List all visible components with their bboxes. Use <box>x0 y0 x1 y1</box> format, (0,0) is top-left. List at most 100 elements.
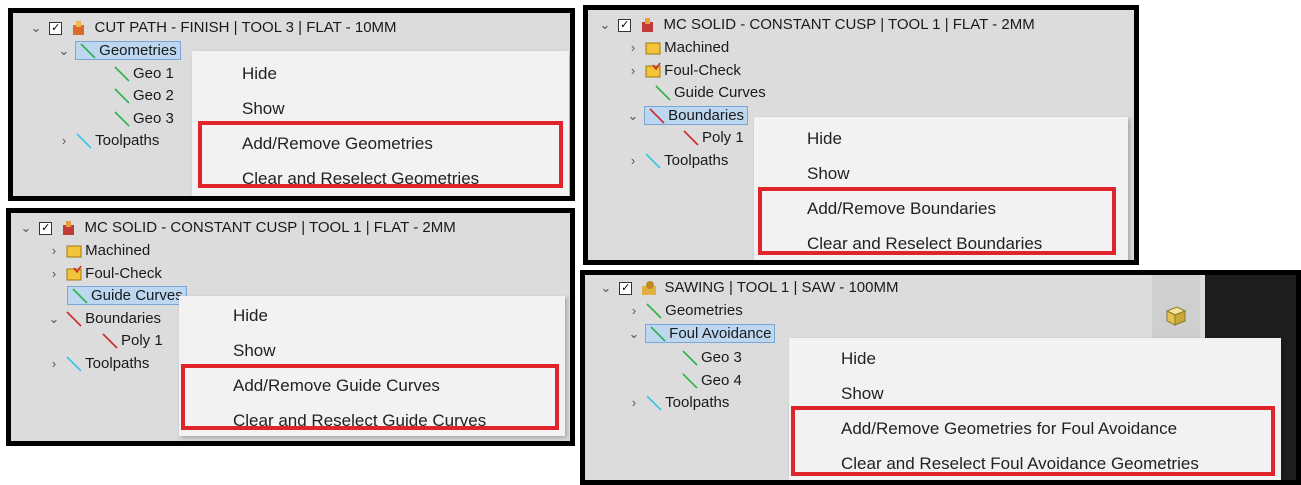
machined-icon <box>66 245 82 258</box>
chevron-down-icon[interactable]: ⌄ <box>57 40 71 62</box>
tree-row-guide-curves[interactable]: Guide Curves <box>654 82 766 104</box>
tree-row-geometries[interactable]: ⌄ Geometries <box>57 40 181 62</box>
tree-row-operation[interactable]: ⌄ ✓ SAWING | TOOL 1 | SAW - 100MM <box>599 277 899 299</box>
tree-row-operation[interactable]: ⌄ ✓ MC SOLID - CONSTANT CUSP | TOOL 1 | … <box>598 14 1035 36</box>
selected-item[interactable]: Boundaries <box>644 106 749 125</box>
menu-item-show[interactable]: Show <box>179 333 565 368</box>
green-curve-icon <box>80 43 96 59</box>
green-curve-icon <box>114 111 130 127</box>
tree-row-foul-check[interactable]: › Foul-Check <box>47 263 162 285</box>
green-curve-icon <box>646 303 662 319</box>
selected-item[interactable]: Guide Curves <box>67 286 187 305</box>
cube-icon[interactable] <box>1161 301 1189 329</box>
tree-row-toolpaths[interactable]: › Toolpaths <box>47 353 150 375</box>
operation-title: MC SOLID - CONSTANT CUSP | TOOL 1 | FLAT… <box>84 219 456 237</box>
green-curve-icon <box>72 288 88 304</box>
tree-row-toolpaths[interactable]: › Toolpaths <box>627 392 730 414</box>
tree-panel-sawing: ⌄ ✓ SAWING | TOOL 1 | SAW - 100MM › Geom… <box>580 270 1301 485</box>
green-curve-icon <box>682 350 698 366</box>
green-curve-icon <box>655 85 671 101</box>
chevron-right-icon[interactable]: › <box>626 37 640 59</box>
checkbox-icon[interactable]: ✓ <box>49 21 63 35</box>
menu-item-hide[interactable]: Hide <box>179 298 565 333</box>
tree-row-poly-1[interactable]: Poly 1 <box>101 330 163 352</box>
chevron-right-icon[interactable]: › <box>47 353 61 375</box>
tree-row-machined[interactable]: › Machined <box>626 37 729 59</box>
red-curve-icon <box>683 130 699 146</box>
cyan-curve-icon <box>646 395 662 411</box>
chevron-right-icon[interactable]: › <box>47 240 61 262</box>
green-curve-icon <box>650 326 666 342</box>
green-curve-icon <box>114 88 130 104</box>
checkbox-icon[interactable]: ✓ <box>618 18 632 32</box>
chevron-right-icon[interactable]: › <box>627 300 641 322</box>
chevron-down-icon[interactable]: ⌄ <box>626 105 640 127</box>
context-menu: Hide Show Add/Remove Geometries for Foul… <box>789 338 1281 480</box>
tree-row-foul-avoidance[interactable]: ⌄ Foul Avoidance <box>627 323 776 345</box>
red-curve-icon <box>102 333 118 349</box>
tree-row-machined[interactable]: › Machined <box>47 240 150 262</box>
tree-row-toolpaths[interactable]: › Toolpaths <box>626 150 729 172</box>
highlight-box <box>198 121 563 188</box>
tree-row-operation[interactable]: ⌄ ✓ CUT PATH - FINISH | TOOL 3 | FLAT - … <box>29 17 397 39</box>
chevron-right-icon[interactable]: › <box>47 263 61 285</box>
highlight-box <box>791 406 1275 476</box>
chevron-right-icon[interactable]: › <box>626 60 640 82</box>
menu-item-hide[interactable]: Hide <box>754 121 1128 156</box>
tree-row-operation[interactable]: ⌄ ✓ MC SOLID - CONSTANT CUSP | TOOL 1 | … <box>19 217 456 239</box>
highlight-box <box>181 364 559 430</box>
operation-title: MC SOLID - CONSTANT CUSP | TOOL 1 | FLAT… <box>663 16 1035 34</box>
context-menu: Hide Show Add/Remove Boundaries Clear an… <box>754 117 1128 260</box>
highlight-box <box>758 187 1116 255</box>
chevron-down-icon[interactable]: ⌄ <box>598 14 612 36</box>
context-menu: Hide Show Add/Remove Guide Curves Clear … <box>179 296 565 436</box>
operation-icon <box>73 21 85 36</box>
cyan-curve-icon <box>66 356 82 372</box>
menu-item-show[interactable]: Show <box>754 156 1128 191</box>
tree-panel-boundaries: ⌄ ✓ MC SOLID - CONSTANT CUSP | TOOL 1 | … <box>583 5 1139 265</box>
chevron-down-icon[interactable]: ⌄ <box>627 323 641 345</box>
chevron-right-icon[interactable]: › <box>57 130 71 152</box>
menu-item-hide[interactable]: Hide <box>192 56 569 91</box>
tree-row-poly-1[interactable]: Poly 1 <box>682 127 744 149</box>
chevron-right-icon[interactable]: › <box>627 392 641 414</box>
tree-row-boundaries[interactable]: ⌄ Boundaries <box>626 105 749 127</box>
chevron-down-icon[interactable]: ⌄ <box>599 277 613 299</box>
operation-title: SAWING | TOOL 1 | SAW - 100MM <box>664 279 899 297</box>
foul-check-icon <box>66 265 82 281</box>
cyan-curve-icon <box>76 133 92 149</box>
tree-row-geo-1[interactable]: Geo 1 <box>113 63 174 85</box>
operation-icon <box>63 221 75 236</box>
menu-item-hide[interactable]: Hide <box>789 341 1281 376</box>
tree-row-guide-curves[interactable]: Guide Curves <box>67 285 187 307</box>
chevron-down-icon[interactable]: ⌄ <box>19 217 33 239</box>
checkbox-icon[interactable]: ✓ <box>39 221 53 235</box>
tree-row-geo-3[interactable]: Geo 3 <box>681 347 742 369</box>
chevron-down-icon[interactable]: ⌄ <box>29 17 43 39</box>
tree-row-geo-4[interactable]: Geo 4 <box>681 370 742 392</box>
green-curve-icon <box>114 66 130 82</box>
chevron-right-icon[interactable]: › <box>626 150 640 172</box>
tree-panel-guide-curves: ⌄ ✓ MC SOLID - CONSTANT CUSP | TOOL 1 | … <box>6 208 575 446</box>
tree-panel-cut-path: ⌄ ✓ CUT PATH - FINISH | TOOL 3 | FLAT - … <box>8 8 575 201</box>
tree-row-geometries[interactable]: › Geometries <box>627 300 743 322</box>
cyan-curve-icon <box>645 153 661 169</box>
red-curve-icon <box>649 108 665 124</box>
selected-item[interactable]: Foul Avoidance <box>645 324 776 343</box>
tree-row-geo-3[interactable]: Geo 3 <box>113 108 174 130</box>
tree-row-toolpaths[interactable]: › Toolpaths <box>57 130 160 152</box>
foul-check-icon <box>645 62 661 78</box>
machined-icon <box>645 42 661 55</box>
tree-row-foul-check[interactable]: › Foul-Check <box>626 60 741 82</box>
operation-icon <box>642 18 654 33</box>
red-curve-icon <box>66 311 82 327</box>
context-menu: Hide Show Add/Remove Geometries Clear an… <box>192 51 569 196</box>
operation-icon <box>642 281 657 296</box>
tree-row-geo-2[interactable]: Geo 2 <box>113 85 174 107</box>
green-curve-icon <box>682 373 698 389</box>
selected-item[interactable]: Geometries <box>75 41 181 60</box>
checkbox-icon[interactable]: ✓ <box>619 281 633 295</box>
operation-title: CUT PATH - FINISH | TOOL 3 | FLAT - 10MM <box>94 19 397 37</box>
chevron-down-icon[interactable]: ⌄ <box>47 308 61 330</box>
tree-row-boundaries[interactable]: ⌄ Boundaries <box>47 308 162 330</box>
